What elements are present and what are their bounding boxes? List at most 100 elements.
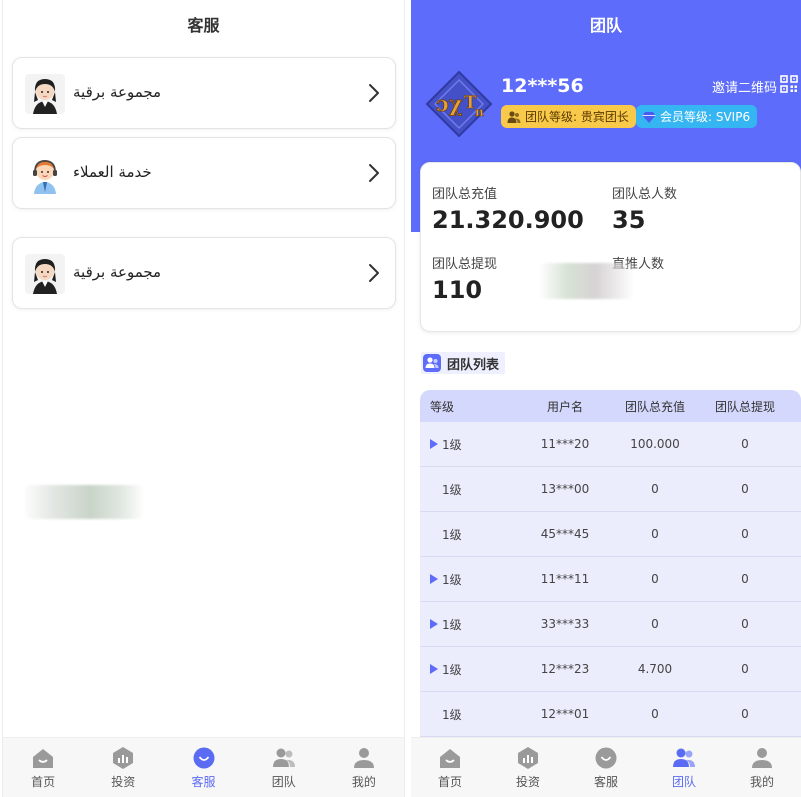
expand-arrow-icon[interactable] <box>430 574 438 584</box>
customer-service-icon <box>595 747 617 768</box>
cs-item-customer-service[interactable]: خدمة العملاء <box>12 137 396 209</box>
member-level-text: 会员等级: SVIP6 <box>660 110 751 124</box>
expand-arrow-icon[interactable] <box>430 619 438 629</box>
cell-level-text: 1级 <box>442 437 462 452</box>
cell-username: 11***11 <box>540 572 590 586</box>
cell-withdraw: 0 <box>741 482 749 496</box>
cell-username: 11***20 <box>540 437 590 451</box>
stat-label: 团队总人数 <box>612 187 678 202</box>
cell-recharge: 0 <box>651 707 659 721</box>
cell-level: 1级 <box>420 436 520 453</box>
invite-qrcode-link[interactable]: 邀请二维码 <box>712 77 777 96</box>
expand-arrow-icon[interactable] <box>430 664 438 674</box>
home-icon <box>440 748 460 768</box>
team-icon <box>507 110 521 123</box>
cs-item-label: مجموعة برقية <box>73 263 162 281</box>
col-total-recharge: 团队总充值 <box>624 399 685 414</box>
cell-recharge: 0 <box>651 482 659 496</box>
chevron-right-icon <box>369 164 379 182</box>
stat-value: 21.320.900 <box>432 206 584 234</box>
stat-value: 35 <box>612 206 646 234</box>
user-logo-avatar: ɔχ T n <box>423 68 495 140</box>
team-icon <box>272 748 295 767</box>
table-header: 等级 用户名 团队总充值 团队总提现 <box>420 390 801 422</box>
table-row[interactable]: 1级 13***00 0 0 <box>420 467 801 512</box>
support-agent-avatar-icon <box>25 254 65 294</box>
cs-item-label: مجموعة برقية <box>73 83 162 101</box>
tab-team[interactable]: 团队 <box>645 738 723 797</box>
cell-recharge: 0 <box>651 617 659 631</box>
tab-mine[interactable]: 我的 <box>723 738 801 797</box>
cs-item-telegram-group-2[interactable]: مجموعة برقية <box>12 237 396 309</box>
support-agent-avatar-icon <box>25 74 65 114</box>
svg-text:n: n <box>475 105 484 119</box>
tab-home[interactable]: 首页 <box>411 738 489 797</box>
tab-label: 客服 <box>191 774 216 789</box>
invest-icon <box>518 746 538 769</box>
cell-withdraw: 0 <box>741 572 749 586</box>
tab-customer-service[interactable]: 客服 <box>567 738 645 797</box>
bottom-tab-bar: 首页 投资 客服 团队 我的 <box>3 737 404 797</box>
svg-text:ɔχ: ɔχ <box>436 91 463 116</box>
cell-withdraw: 0 <box>741 662 749 676</box>
team-panel: 团队 ɔχ T n 12***56 邀请二维码 团队等级: 贵宾团长 会员等级:… <box>411 0 801 797</box>
username: 12***56 <box>501 75 584 97</box>
support-headset-avatar-icon <box>25 154 65 194</box>
cell-level: 1级 <box>420 616 520 633</box>
team-level-badge: 团队等级: 贵宾团长 <box>501 105 636 128</box>
page-title: 团队 <box>589 16 622 35</box>
team-list-title: 团队列表 <box>447 357 500 373</box>
cell-recharge: 0 <box>651 527 659 541</box>
table-body: 1级 11***20 100.000 0 1级 13***00 0 0 1级 45***45 0 0 1… <box>420 422 801 737</box>
tab-mine[interactable]: 我的 <box>324 738 404 797</box>
table-row[interactable]: 1级 33***33 0 0 <box>420 602 801 647</box>
tab-invest[interactable]: 投资 <box>83 738 163 797</box>
member-level-badge: 会员等级: SVIP6 <box>636 105 758 128</box>
cell-withdraw: 0 <box>741 707 749 721</box>
cell-level-text: 1级 <box>442 572 462 587</box>
tab-label: 投资 <box>111 774 136 789</box>
col-level: 等级 <box>430 399 455 414</box>
customer-service-icon <box>193 747 214 768</box>
qrcode-icon[interactable] <box>780 75 798 93</box>
table-row[interactable]: 1级 12***01 0 0 <box>420 692 801 737</box>
tab-label: 首页 <box>31 774 56 789</box>
cell-level-text: 1级 <box>442 482 462 497</box>
cell-username: 12***23 <box>540 662 590 676</box>
cs-item-telegram-group-1[interactable]: مجموعة برقية <box>12 57 396 129</box>
tab-home[interactable]: 首页 <box>3 738 83 797</box>
tab-label: 我的 <box>351 774 376 789</box>
cell-username: 12***01 <box>540 707 590 721</box>
team-stats-card: 团队总充值 21.320.900 团队总人数 35 团队总提现 110 直推人数 <box>420 162 801 332</box>
blurred-region <box>539 263 634 299</box>
cs-item-label: خدمة العملاء <box>73 163 152 181</box>
cell-username: 33***33 <box>540 617 590 631</box>
cell-level-text: 1级 <box>442 707 462 722</box>
expand-arrow-icon[interactable] <box>430 439 438 449</box>
table-row[interactable]: 1级 12***23 4.700 0 <box>420 647 801 692</box>
tab-invest[interactable]: 投资 <box>489 738 567 797</box>
blurred-region <box>25 485 143 519</box>
table-row[interactable]: 1级 11***20 100.000 0 <box>420 422 801 467</box>
diamond-icon <box>642 111 656 123</box>
customer-service-panel: 客服 مجموعة برقية خدمة العملاء مجموعة برقي… <box>2 0 405 797</box>
tab-label: 团队 <box>671 774 696 789</box>
stat-total-members: 团队总人数 35 <box>612 183 677 234</box>
bottom-tab-bar: 首页 投资 客服 团队 我的 <box>411 737 801 797</box>
table-row[interactable]: 1级 45***45 0 0 <box>420 512 801 557</box>
cell-level: 1级 <box>420 571 520 588</box>
user-icon <box>353 747 374 768</box>
tab-customer-service[interactable]: 客服 <box>163 738 243 797</box>
tab-team[interactable]: 团队 <box>244 738 324 797</box>
tab-label: 团队 <box>271 774 296 789</box>
stat-total-withdraw: 团队总提现 110 <box>432 253 497 304</box>
table-row[interactable]: 1级 11***11 0 0 <box>420 557 801 602</box>
team-list-heading: 团队列表 <box>421 352 506 374</box>
cell-withdraw: 0 <box>741 617 749 631</box>
team-icon <box>673 748 695 767</box>
cell-level-text: 1级 <box>442 527 462 542</box>
stat-value: 110 <box>432 276 483 304</box>
user-icon <box>752 747 772 768</box>
team-list-icon <box>423 354 441 372</box>
team-table: 等级 用户名 团队总充值 团队总提现 1级 11***20 100.000 0 1级 13… <box>420 390 801 737</box>
